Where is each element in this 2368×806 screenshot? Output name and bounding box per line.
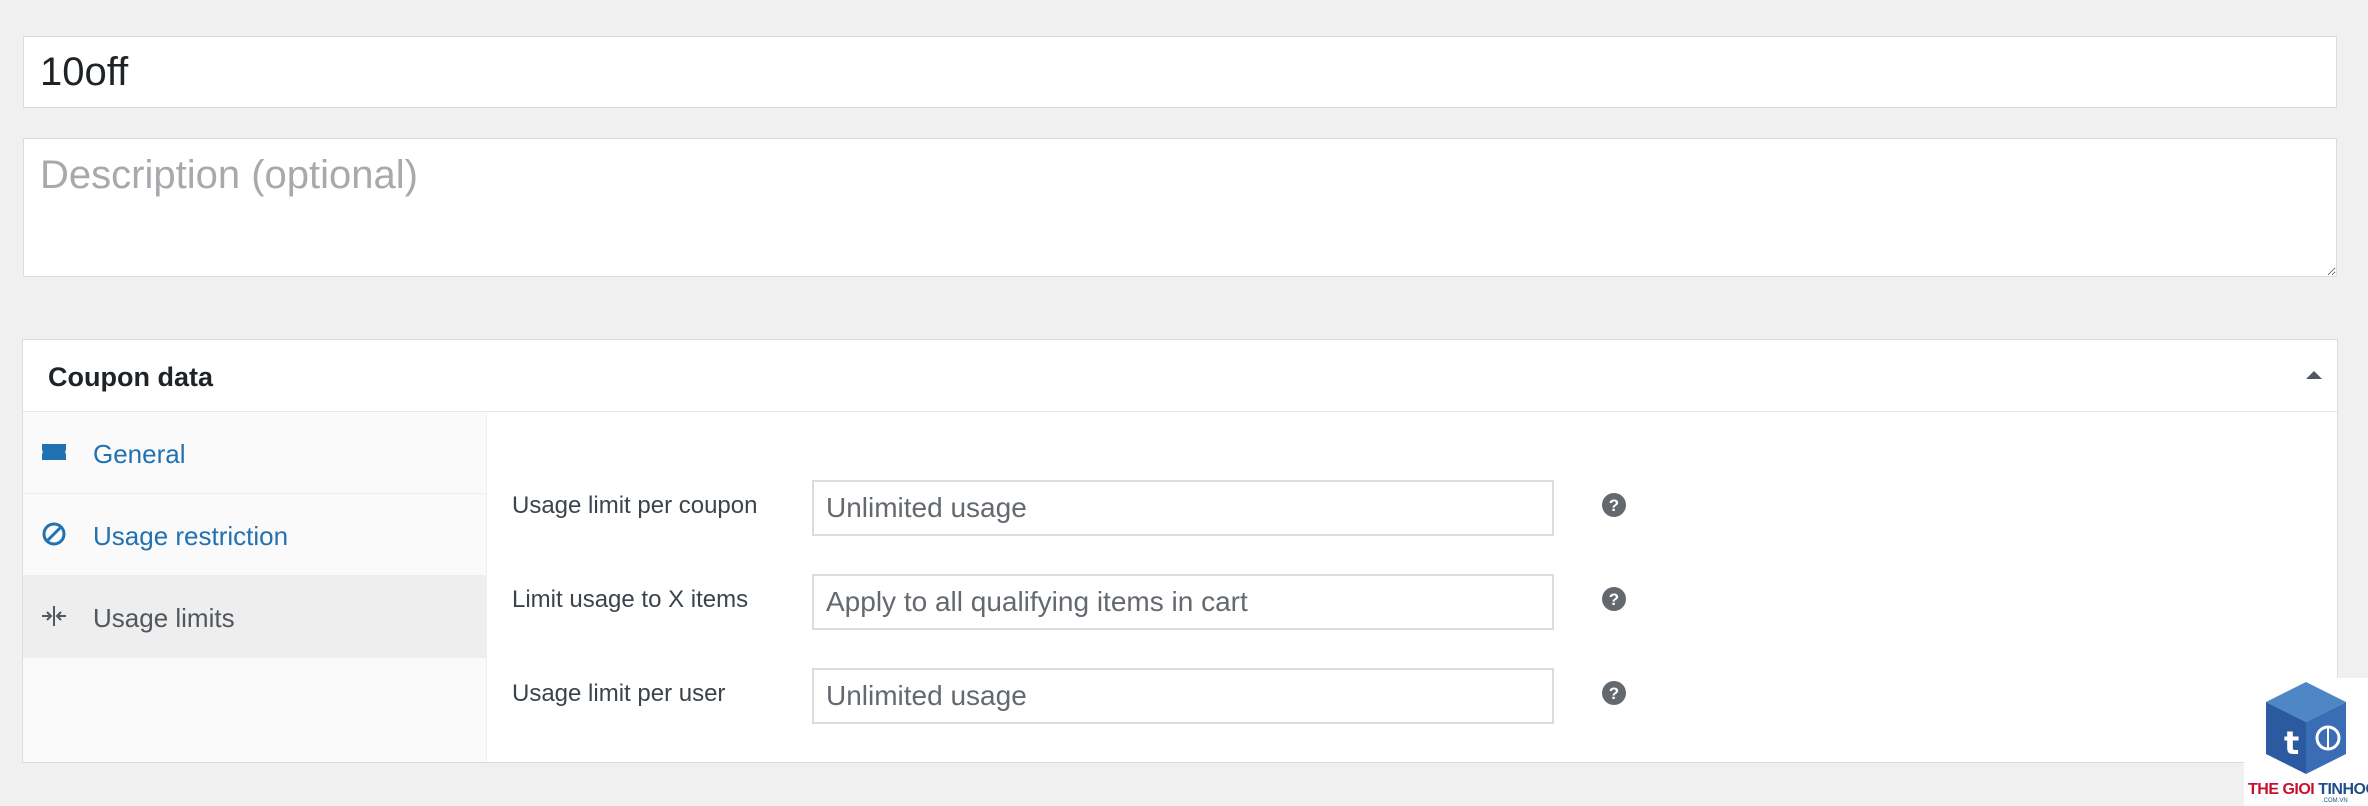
watermark-logo: t THE GIOI TINHOC .COM.VN	[2244, 678, 2368, 806]
usage-limits-panel: Usage limit per coupon ? Limit usage to …	[487, 412, 2337, 762]
svg-text:?: ?	[1609, 684, 1619, 703]
limit-usage-to-x-items-input[interactable]	[812, 574, 1554, 630]
tab-usage-limits[interactable]: Usage limits	[23, 576, 486, 658]
watermark-text: THE GIOI TINHOC	[2248, 781, 2368, 798]
watermark-subtext: .COM.VN	[2322, 798, 2348, 804]
cube-logo-icon: t	[2266, 682, 2346, 774]
tab-general[interactable]: General	[23, 412, 486, 494]
svg-text:?: ?	[1609, 590, 1619, 609]
usage-limit-per-coupon-input[interactable]	[812, 480, 1554, 536]
svg-text:?: ?	[1609, 496, 1619, 515]
metabox-header: Coupon data	[23, 340, 2337, 412]
coupon-code-input[interactable]	[23, 36, 2337, 108]
tab-usage-restriction[interactable]: Usage restriction	[23, 494, 486, 576]
coupon-data-tabs: General Usage restriction Usage limits	[23, 412, 487, 762]
usage-limit-per-coupon-label: Usage limit per coupon	[512, 492, 758, 519]
tab-usage-restriction-label: Usage restriction	[93, 521, 289, 551]
help-tip-icon[interactable]: ?	[1601, 586, 1627, 612]
limit-usage-to-x-items-label: Limit usage to X items	[512, 586, 749, 613]
usage-limit-per-user-label: Usage limit per user	[512, 680, 726, 707]
usage-limit-per-user-field: Usage limit per user ?	[487, 666, 2337, 726]
limits-icon	[41, 603, 67, 629]
svg-text:t: t	[2284, 724, 2299, 762]
metabox-title: Coupon data	[48, 362, 213, 392]
collapse-toggle-icon[interactable]	[2301, 362, 2327, 388]
coupon-description-textarea[interactable]	[23, 138, 2337, 277]
limit-usage-to-x-items-field: Limit usage to X items ?	[487, 572, 2337, 632]
usage-limit-per-user-input[interactable]	[812, 668, 1554, 724]
coupon-data-metabox: Coupon data General Usage restriction Us…	[22, 339, 2338, 763]
tab-general-label: General	[93, 439, 186, 469]
tab-usage-limits-label: Usage limits	[93, 603, 235, 633]
usage-limit-per-coupon-field: Usage limit per coupon ?	[487, 478, 2337, 538]
prohibited-icon	[41, 521, 67, 547]
help-tip-icon[interactable]: ?	[1601, 492, 1627, 518]
ticket-icon	[41, 439, 67, 465]
help-tip-icon[interactable]: ?	[1601, 680, 1627, 706]
